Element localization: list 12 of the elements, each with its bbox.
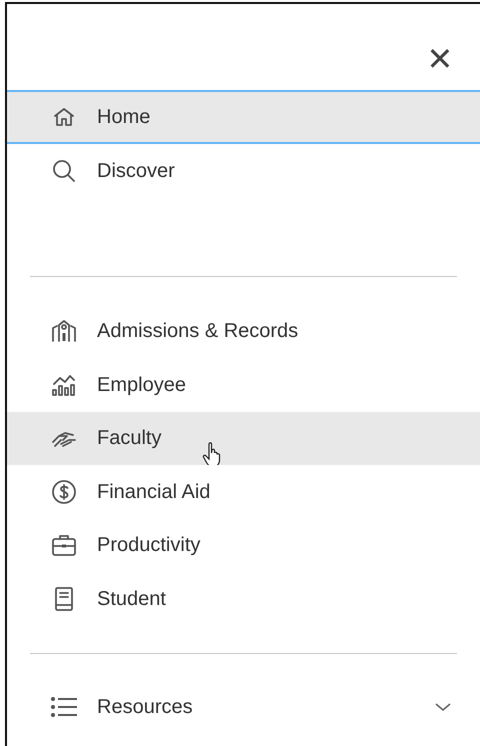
building-icon [51, 319, 77, 344]
briefcase-icon [51, 533, 77, 558]
dollar-icon [51, 478, 77, 505]
list-icon [50, 696, 78, 718]
search-icon [51, 158, 77, 184]
close-button[interactable]: ✕ [420, 39, 460, 80]
bar-chart-icon [51, 372, 77, 397]
menu-item[interactable]: Home [7, 90, 480, 144]
chevron-icon [434, 702, 452, 712]
resources-item[interactable]: Resources [7, 680, 480, 734]
book-icon [52, 586, 76, 612]
menu-item[interactable]: Faculty [7, 412, 480, 465]
